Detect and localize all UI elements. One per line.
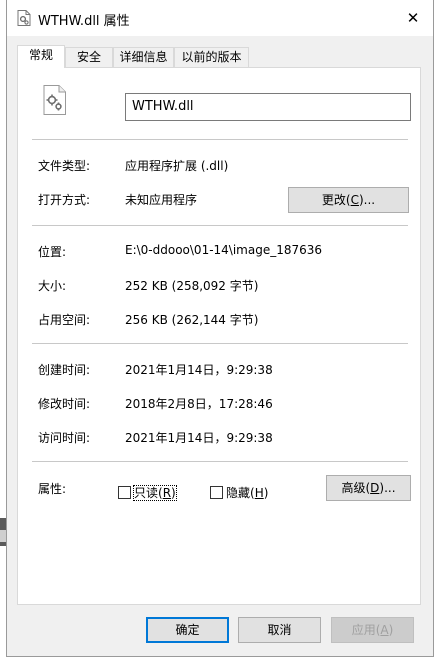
location-value: E:\0-ddooo\01-14\image_187636 — [125, 243, 323, 257]
file-gear-icon — [17, 10, 31, 26]
dll-file-icon — [43, 85, 66, 115]
apply-button[interactable]: 应用(A) — [331, 617, 414, 643]
change-button-label: 更改( — [321, 193, 351, 207]
readonly-label-text: 只读( — [134, 486, 163, 500]
file-type-label: 文件类型: — [38, 159, 91, 173]
hidden-checkbox[interactable]: 隐藏(H) — [210, 484, 268, 501]
apply-button-label: 应用( — [351, 623, 381, 637]
hidden-label-suffix: ) — [263, 486, 269, 500]
general-panel: WTHW.dll 文件类型: 应用程序扩展 (.dll) 打开方式: 未知应用程… — [17, 67, 421, 605]
cancel-button[interactable]: 取消 — [238, 617, 321, 643]
ok-button[interactable]: 确定 — [146, 617, 229, 643]
accessed-value: 2021年1月14日，9:29:38 — [125, 431, 273, 445]
advanced-button[interactable]: 高级(D)... — [326, 475, 411, 501]
divider — [32, 139, 408, 140]
apply-button-hotkey: A — [380, 623, 389, 637]
change-button-suffix: )... — [358, 193, 376, 207]
hidden-checkbox-box[interactable] — [210, 486, 223, 499]
change-button-hotkey: C — [350, 193, 359, 207]
readonly-label-suffix: ) — [171, 486, 176, 500]
readonly-checkbox[interactable]: 只读(R) — [118, 484, 177, 501]
advanced-button-label: 高级( — [341, 481, 371, 495]
attributes-label: 属性: — [38, 482, 67, 496]
advanced-button-suffix: )... — [379, 481, 396, 495]
modified-value: 2018年2月8日，17:28:46 — [125, 397, 273, 411]
created-value: 2021年1月14日，9:29:38 — [125, 363, 273, 377]
open-with-label: 打开方式: — [38, 193, 91, 207]
open-with-value: 未知应用程序 — [125, 193, 198, 207]
readonly-checkbox-label: 只读(R) — [133, 485, 177, 501]
title-bar[interactable]: WTHW.dll 属性 ✕ — [7, 0, 433, 36]
created-label: 创建时间: — [38, 363, 91, 377]
hidden-label-text: 隐藏( — [226, 486, 255, 500]
readonly-checkbox-box[interactable] — [118, 486, 131, 499]
apply-button-suffix: ) — [388, 623, 394, 637]
size-label: 大小: — [38, 279, 67, 293]
tab-general[interactable]: 常规 — [17, 45, 65, 68]
tab-security[interactable]: 安全 — [65, 47, 113, 67]
disk-size-label: 占用空间: — [38, 313, 91, 327]
tab-previous-versions[interactable]: 以前的版本 — [174, 47, 249, 67]
modified-label: 修改时间: — [38, 397, 91, 411]
divider — [32, 225, 408, 226]
size-value: 252 KB (258,092 字节) — [125, 279, 259, 293]
close-icon[interactable]: ✕ — [393, 0, 433, 36]
file-name-input[interactable]: WTHW.dll — [125, 93, 411, 121]
properties-dialog: WTHW.dll 属性 ✕ 常规 安全 详细信息 以前的版本 WTHW.dll … — [6, 0, 434, 657]
tab-details[interactable]: 详细信息 — [113, 47, 174, 67]
change-button[interactable]: 更改(C)... — [288, 187, 409, 213]
window-title: WTHW.dll 属性 — [38, 14, 130, 29]
readonly-hotkey: R — [162, 486, 172, 500]
file-type-value: 应用程序扩展 (.dll) — [125, 159, 229, 173]
hidden-checkbox-label: 隐藏(H) — [226, 486, 268, 500]
divider — [32, 461, 408, 462]
hidden-hotkey: H — [254, 486, 264, 500]
disk-size-value: 256 KB (262,144 字节) — [125, 313, 259, 327]
divider — [32, 343, 408, 344]
accessed-label: 访问时间: — [38, 431, 91, 445]
location-label: 位置: — [38, 245, 67, 259]
